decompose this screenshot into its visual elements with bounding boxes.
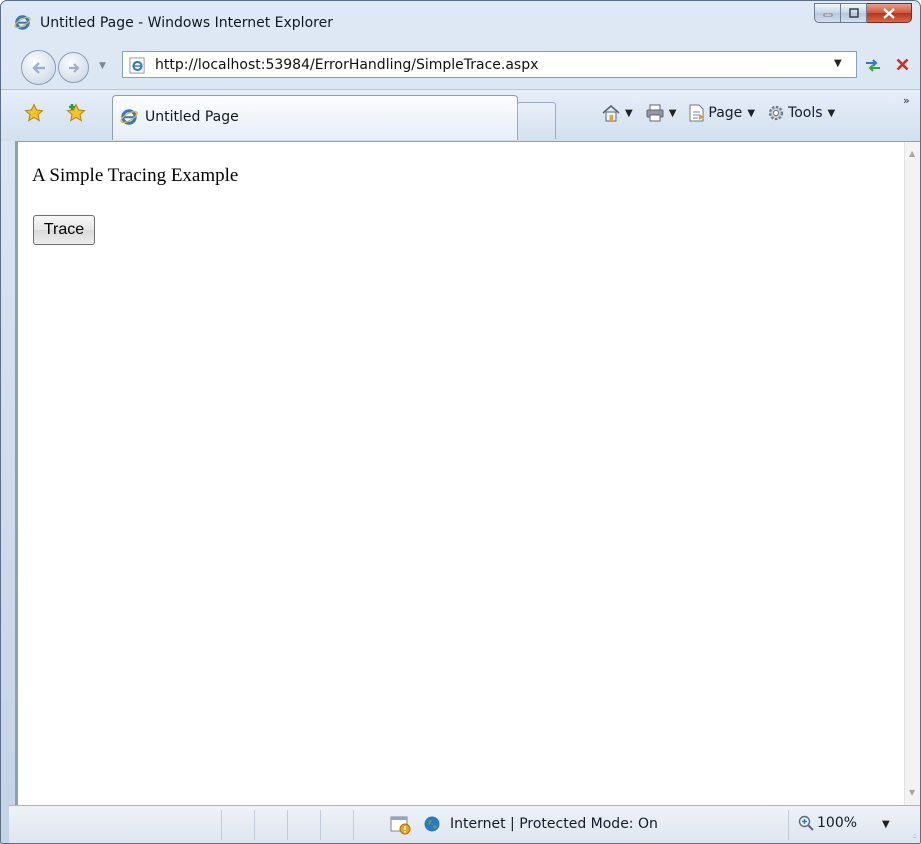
page-ie-icon	[129, 57, 145, 74]
tools-dropdown-icon: ▼	[827, 107, 836, 119]
forward-arrow-icon	[68, 62, 80, 73]
security-zone-text[interactable]: Internet | Protected Mode: On	[450, 816, 658, 832]
back-arrow-icon	[31, 61, 45, 74]
status-divider	[353, 810, 354, 840]
tools-menu[interactable]: Tools ▼	[767, 104, 843, 122]
minimize-button[interactable]	[814, 3, 841, 23]
print-dropdown-icon[interactable]: ▼	[669, 108, 677, 119]
caption-buttons	[814, 3, 912, 23]
gear-icon	[768, 105, 784, 121]
status-divider	[320, 810, 321, 840]
stop-button[interactable]	[890, 52, 915, 77]
tab-ie-icon	[120, 109, 138, 125]
zoom-icon[interactable]	[798, 815, 814, 831]
scroll-down-arrow-icon[interactable]: ▼	[909, 788, 915, 797]
back-button[interactable]	[21, 50, 56, 85]
protected-mode-icon[interactable]	[390, 815, 412, 835]
internet-explorer-icon	[14, 15, 31, 30]
home-dropdown-icon[interactable]: ▼	[625, 108, 633, 119]
trace-button[interactable]: Trace	[33, 215, 95, 245]
zoom-level[interactable]: 100%	[817, 815, 857, 831]
status-divider	[287, 810, 288, 840]
internet-zone-globe-icon	[424, 816, 440, 832]
status-divider	[254, 810, 255, 840]
maximize-icon	[848, 8, 859, 18]
maximize-button[interactable]	[841, 3, 867, 23]
close-button[interactable]	[867, 3, 912, 23]
minimize-icon	[823, 13, 832, 17]
address-bar[interactable]: http://localhost:53984/ErrorHandling/Sim…	[122, 51, 857, 78]
forward-button[interactable]	[58, 52, 89, 83]
browser-window: Untitled Page - Windows Internet Explore…	[0, 0, 921, 844]
home-button[interactable]	[601, 104, 621, 122]
window-title: Untitled Page - Windows Internet Explore…	[40, 15, 333, 31]
refresh-button[interactable]	[860, 52, 885, 77]
stop-icon	[896, 58, 909, 71]
new-tab-button[interactable]	[517, 102, 556, 139]
add-favorites-icon[interactable]	[65, 103, 87, 123]
page-icon	[689, 104, 705, 122]
address-url[interactable]: http://localhost:53984/ErrorHandling/Sim…	[155, 57, 538, 73]
resize-grip-icon[interactable]: .::	[912, 832, 917, 840]
vertical-scrollbar[interactable]: ▲ ▼	[904, 142, 920, 805]
scroll-up-arrow-icon[interactable]: ▲	[909, 149, 915, 158]
command-bar: ▼ ▼ Page ▼ Tools ▼	[601, 100, 843, 126]
print-button[interactable]	[645, 104, 665, 122]
favorites-star-icon[interactable]	[24, 103, 44, 123]
close-icon	[883, 7, 895, 19]
title-bar: Untitled Page - Windows Internet Explore…	[1, 1, 920, 43]
tab-label: Untitled Page	[145, 109, 239, 125]
printer-icon	[646, 104, 664, 122]
tab-untitled-page[interactable]: Untitled Page	[112, 95, 518, 140]
page-viewport: A Simple Tracing Example Trace ▲ ▼	[15, 141, 920, 805]
home-icon	[602, 104, 620, 122]
page-menu[interactable]: Page ▼	[688, 104, 763, 122]
page-dropdown-icon: ▼	[747, 107, 756, 119]
status-bar: Internet | Protected Mode: On 100% ▼ .::	[9, 805, 920, 843]
tab-row: Untitled Page ▼ ▼ Page ▼ Tools ▼ »	[1, 89, 920, 141]
more-commands-chevron-icon[interactable]: »	[903, 94, 910, 107]
refresh-icon	[865, 58, 880, 72]
tools-menu-label: Tools	[788, 105, 823, 121]
status-divider	[221, 810, 222, 840]
zoom-dropdown-icon[interactable]: ▼	[882, 819, 890, 830]
page-content: A Simple Tracing Example Trace	[18, 142, 907, 805]
page-menu-label: Page	[708, 105, 743, 121]
page-heading: A Simple Tracing Example	[32, 165, 239, 186]
address-dropdown-icon[interactable]: ▼	[834, 58, 842, 69]
status-divider	[788, 810, 789, 840]
recent-pages-dropdown[interactable]: ▼	[99, 61, 106, 71]
